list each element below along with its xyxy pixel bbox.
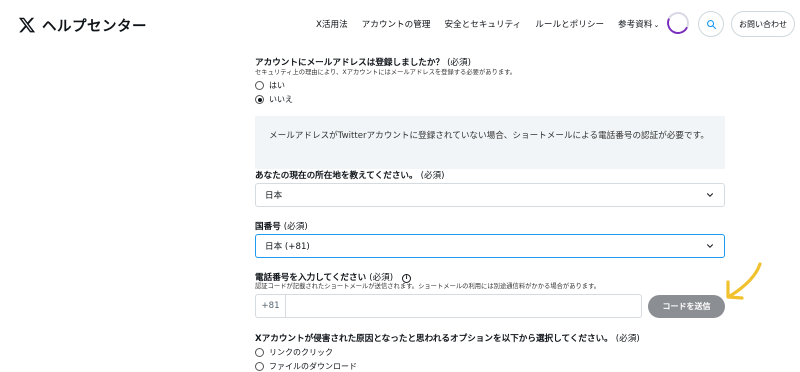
location-select[interactable]: 日本 (255, 183, 725, 207)
phone-field: +81 (255, 294, 642, 318)
annotation-arrow-icon (726, 262, 762, 300)
search-button[interactable] (698, 11, 724, 37)
question-text: あなたの現在の所在地を教えてください。 (255, 171, 418, 181)
email-question-help: セキュリティ上の理由により、Xアカウントにはメールアドレスを登録する必要がありま… (255, 69, 517, 76)
question-text: 国番号 (255, 222, 281, 232)
contact-button[interactable]: お問い合わせ (731, 11, 795, 37)
logo-text: ヘルプセンター (42, 18, 147, 35)
radio-option-clicked-link[interactable]: リンクのクリック (255, 347, 333, 358)
select-value: 日本 (+81) (265, 242, 310, 252)
chevron-down-icon (707, 193, 713, 197)
radio-option-no[interactable]: いいえ (255, 94, 293, 105)
send-code-button[interactable]: コードを送信 (648, 295, 725, 318)
nav-item-safety[interactable]: 安全とセキュリティ (444, 18, 521, 30)
question-text: Xアカウントが侵害された原因となったと思われるオプションを以下から選択してくださ… (255, 334, 613, 344)
sms-verification-notice: メールアドレスがTwitterアカウントに登録されていない場合、ショートメールに… (255, 116, 725, 169)
nav-item-rules[interactable]: ルールとポリシー (535, 18, 604, 30)
phone-help: 認証コードが記載されたショートメールが送信されます。ショートメールの利用には別途… (255, 283, 601, 290)
compromise-question-label: Xアカウントが侵害された原因となったと思われるオプションを以下から選択してくださ… (255, 332, 640, 344)
country-code-select[interactable]: 日本 (+81) (255, 234, 725, 258)
phone-prefix: +81 (256, 295, 286, 317)
nav-label: 参考資料 (618, 20, 653, 30)
radio-button[interactable] (255, 348, 264, 357)
required-mark: (必須) (283, 222, 308, 232)
radio-label: はい (269, 81, 285, 90)
nav-label: ルールとポリシー (535, 20, 605, 30)
top-nav: X活用法 アカウントの管理 安全とセキュリティ ルールとポリシー 参考資料⌄ (316, 18, 673, 30)
location-label: あなたの現在の所在地を教えてください。 (必須) (255, 169, 445, 181)
radio-option-yes[interactable]: はい (255, 80, 285, 91)
nav-item-account[interactable]: アカウントの管理 (362, 18, 431, 30)
help-center-header: ヘルプセンター X活用法 アカウントの管理 安全とセキュリティ ルールとポリシー… (0, 0, 800, 52)
loading-spinner-icon (663, 8, 693, 38)
help-center-logo[interactable]: ヘルプセンター (18, 12, 147, 38)
country-code-label: 国番号 (必須) (255, 220, 308, 232)
radio-label: いいえ (269, 95, 293, 104)
required-mark: (必須) (420, 171, 445, 181)
phone-number-input[interactable] (286, 295, 641, 317)
x-logo-icon (18, 17, 36, 33)
nav-label: アカウントの管理 (361, 20, 431, 30)
radio-label: リンクのクリック (269, 348, 333, 357)
nav-item-resources[interactable]: 参考資料⌄ (618, 18, 659, 30)
radio-button[interactable] (255, 81, 264, 90)
chevron-down-icon: ⌄ (653, 21, 660, 29)
chevron-down-icon (707, 244, 713, 248)
select-value: 日本 (265, 191, 283, 201)
nav-label: 安全とセキュリティ (444, 20, 522, 30)
nav-item-how-to-use[interactable]: X活用法 (316, 18, 348, 30)
nav-label: X活用法 (316, 20, 348, 30)
radio-button-selected[interactable] (255, 95, 264, 104)
required-mark: (必須) (615, 334, 640, 344)
search-icon (706, 19, 716, 29)
